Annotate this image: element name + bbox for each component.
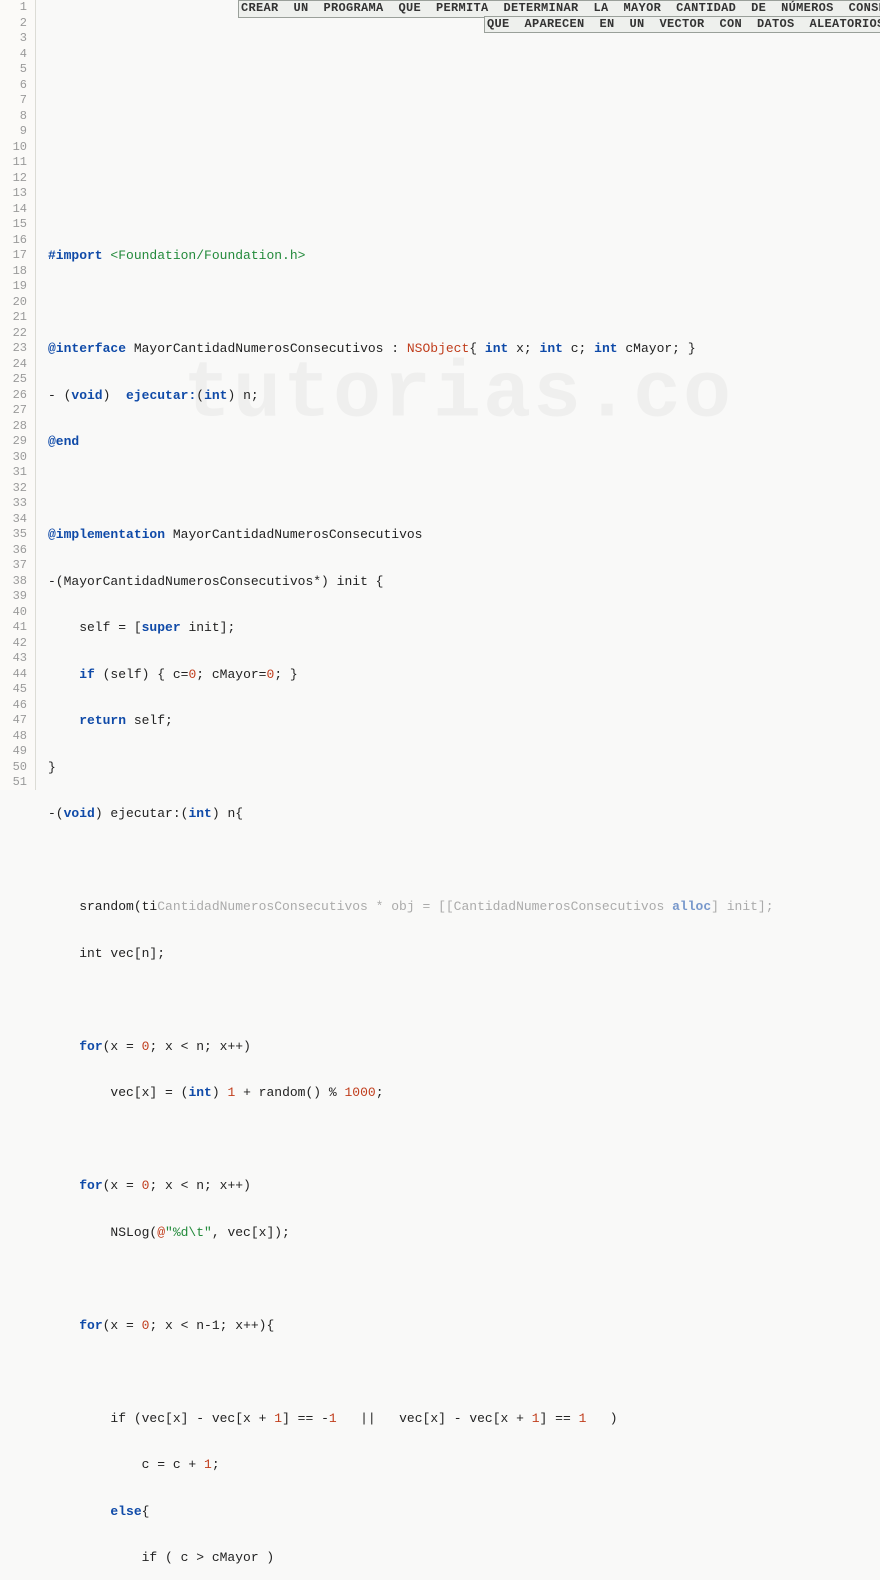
line-number: 39 <box>0 589 27 605</box>
superclass: NSObject <box>407 341 469 356</box>
line-number: 25 <box>0 372 27 388</box>
line-number: 8 <box>0 109 27 125</box>
import-keyword: #import <box>48 248 103 263</box>
line-number: 14 <box>0 202 27 218</box>
line-number: 29 <box>0 434 27 450</box>
line-number: 12 <box>0 171 27 187</box>
line-number: 2 <box>0 16 27 32</box>
line-number: 13 <box>0 186 27 202</box>
line-number: 26 <box>0 388 27 404</box>
code-editor[interactable]: tutorias.co CREAR UN PROGRAMA QUE PERMIT… <box>36 0 880 790</box>
line-number: 3 <box>0 31 27 47</box>
line-number: 11 <box>0 155 27 171</box>
line-number: 23 <box>0 341 27 357</box>
line-number: 30 <box>0 450 27 466</box>
line-number: 21 <box>0 310 27 326</box>
tooltip-overlay: CantidadNumerosConsecutivos * obj = [[Ca… <box>157 899 773 914</box>
line-number: 42 <box>0 636 27 652</box>
line-number: 34 <box>0 512 27 528</box>
line-number: 36 <box>0 543 27 559</box>
line-number: 47 <box>0 713 27 729</box>
import-path: <Foundation/Foundation.h> <box>110 248 305 263</box>
interface-keyword: @interface <box>48 341 126 356</box>
line-number: 49 <box>0 744 27 760</box>
line-number: 24 <box>0 357 27 373</box>
line-number: 46 <box>0 698 27 714</box>
line-number: 20 <box>0 295 27 311</box>
line-number: 4 <box>0 47 27 63</box>
line-number: 45 <box>0 682 27 698</box>
line-number: 38 <box>0 574 27 590</box>
line-number: 35 <box>0 527 27 543</box>
line-number: 33 <box>0 496 27 512</box>
line-number-gutter: 1234567891011121314151617181920212223242… <box>0 0 36 790</box>
line-number: 15 <box>0 217 27 233</box>
implementation-keyword: @implementation <box>48 527 165 542</box>
line-number: 43 <box>0 651 27 667</box>
end-keyword: @end <box>48 434 79 449</box>
line-number: 6 <box>0 78 27 94</box>
line-number: 51 <box>0 775 27 791</box>
line-number: 7 <box>0 93 27 109</box>
line-number: 50 <box>0 760 27 776</box>
line-number: 5 <box>0 62 27 78</box>
line-number: 27 <box>0 403 27 419</box>
line-number: 32 <box>0 481 27 497</box>
line-number: 17 <box>0 248 27 264</box>
line-number: 9 <box>0 124 27 140</box>
line-number: 28 <box>0 419 27 435</box>
line-number: 10 <box>0 140 27 156</box>
line-number: 37 <box>0 558 27 574</box>
line-number: 31 <box>0 465 27 481</box>
comment-banner-line2: QUE APARECEN EN UN VECTOR CON DATOS ALEA… <box>484 16 880 34</box>
line-number: 41 <box>0 620 27 636</box>
line-number: 40 <box>0 605 27 621</box>
line-number: 22 <box>0 326 27 342</box>
line-number: 19 <box>0 279 27 295</box>
line-number: 18 <box>0 264 27 280</box>
line-number: 1 <box>0 0 27 16</box>
line-number: 48 <box>0 729 27 745</box>
line-number: 16 <box>0 233 27 249</box>
line-number: 44 <box>0 667 27 683</box>
class-name: MayorCantidadNumerosConsecutivos <box>134 341 384 356</box>
